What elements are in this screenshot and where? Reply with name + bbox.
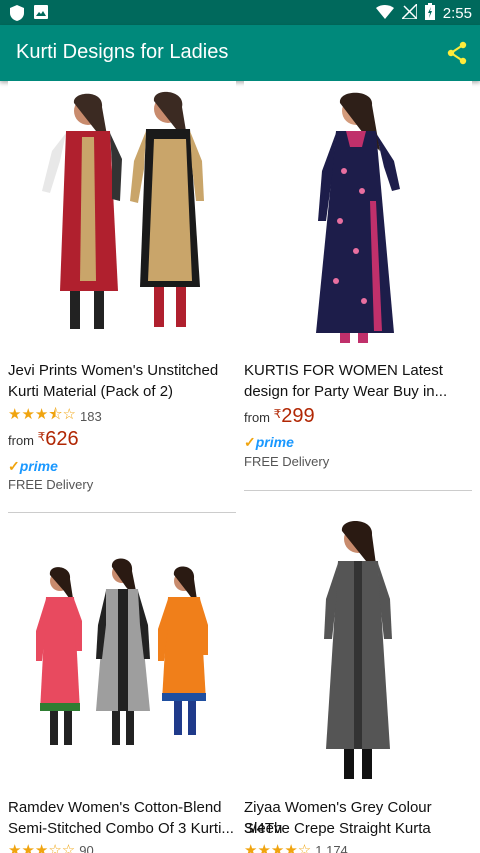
price-row: from ₹626 [8, 428, 79, 451]
shield-icon [10, 5, 24, 26]
product-image[interactable] [8, 521, 236, 793]
product-title-line-1[interactable]: Jevi Prints Women's Unstitched [8, 360, 236, 381]
product-title-line-1[interactable]: Ramdev Women's Cotton-Blend [8, 797, 236, 818]
review-count: 1,174 [315, 842, 348, 853]
product-rating: ★★★★☆ 1,174 [244, 841, 348, 853]
image-icon [34, 5, 48, 26]
product-image[interactable] [244, 499, 472, 791]
product-title-line-2[interactable]: Sleeve Crepe Straight Kurta [244, 818, 472, 839]
prime-label: prime [19, 458, 58, 474]
product-grid: Jevi Prints Women's Unstitched Kurti Mat… [0, 81, 480, 853]
review-count: 90 [79, 842, 94, 853]
star-rating-icon: ★★★☆☆ [8, 842, 76, 853]
check-icon: ✓ [244, 434, 256, 450]
clock-time: 2:55 [442, 5, 472, 22]
from-label: from [244, 410, 270, 425]
product-rating: ★★★⯪☆ 183 [8, 404, 102, 429]
product-title-line-2[interactable]: design for Party Wear Buy in... [244, 381, 472, 402]
product-image[interactable] [244, 81, 472, 353]
prime-badge: ✓prime [8, 458, 58, 475]
product-title-line-1[interactable]: KURTIS FOR WOMEN Latest [244, 360, 472, 381]
currency-symbol: ₹ [273, 407, 282, 421]
star-rating-icon: ★★★★☆ [244, 842, 312, 853]
wifi-icon [375, 4, 394, 23]
from-label: from [8, 433, 34, 448]
product-card[interactable]: Jevi Prints Women's Unstitched Kurti Mat… [8, 81, 236, 511]
currency-symbol: ₹ [37, 430, 46, 444]
status-bar: 2:55 [0, 0, 480, 25]
price: 626 [45, 428, 79, 450]
review-count: 183 [80, 409, 102, 424]
product-image[interactable] [8, 81, 236, 353]
prime-badge: ✓prime [244, 434, 294, 451]
price: 299 [281, 405, 315, 427]
product-card[interactable]: Ziyaa Women's Grey Colour 3/4Th Sleeve C… [244, 499, 472, 853]
product-card[interactable]: KURTIS FOR WOMEN Latest design for Party… [244, 81, 472, 489]
no-signal-icon [399, 2, 418, 23]
check-icon: ✓ [8, 458, 20, 474]
app-bar: Kurti Designs for Ladies [0, 25, 480, 81]
delivery-text: FREE Delivery [244, 454, 330, 469]
delivery-text: FREE Delivery [8, 477, 94, 492]
page-title: Kurti Designs for Ladies [16, 41, 229, 63]
product-card[interactable]: Ramdev Women's Cotton-Blend Semi-Stitche… [8, 521, 236, 853]
share-icon[interactable] [446, 41, 468, 70]
product-rating: ★★★☆☆ 90 [8, 841, 94, 853]
battery-icon [424, 3, 435, 24]
divider [244, 490, 472, 491]
price-row: from ₹299 [244, 405, 315, 428]
product-title-line-2[interactable]: Semi-Stitched Combo Of 3 Kurti... [8, 818, 236, 839]
prime-label: prime [255, 434, 294, 450]
product-title-line-2[interactable]: Kurti Material (Pack of 2) [8, 381, 236, 402]
divider [8, 512, 236, 513]
star-rating-icon: ★★★⯪☆ [8, 406, 76, 423]
